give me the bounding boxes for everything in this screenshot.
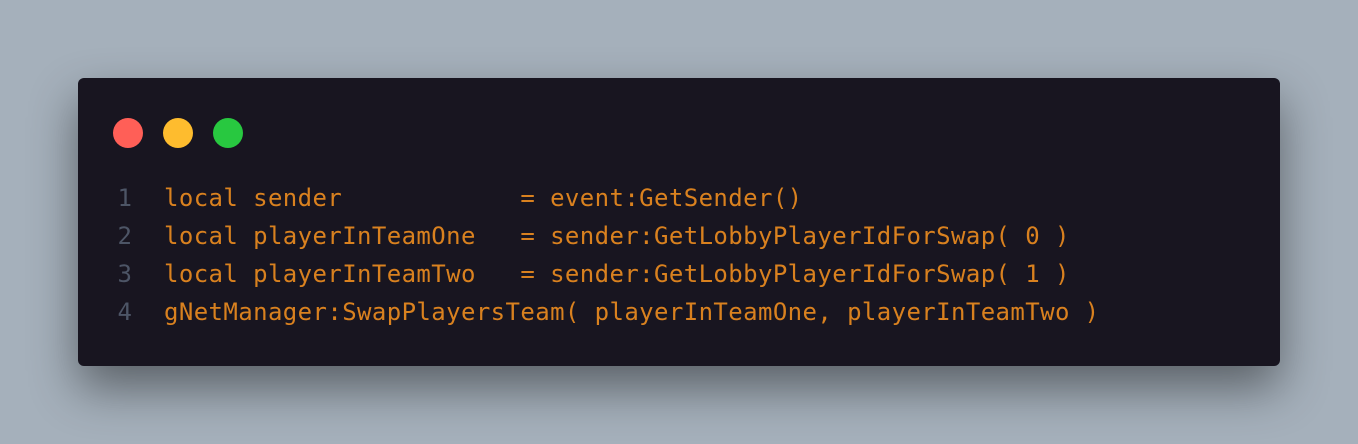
window-controls	[113, 118, 243, 148]
line-number: 4	[117, 298, 132, 326]
line-number: 1	[117, 184, 132, 212]
maximize-dot-icon	[213, 118, 243, 148]
code-line: 3 local playerInTeamTwo = sender:GetLobb…	[78, 255, 1280, 293]
code-line: 1 local sender = event:GetSender()	[78, 179, 1280, 217]
line-number: 3	[117, 260, 132, 288]
minimize-dot-icon	[163, 118, 193, 148]
code-text: gNetManager:SwapPlayersTeam( playerInTea…	[164, 298, 1100, 326]
code-block: 1 local sender = event:GetSender() 2 loc…	[78, 179, 1280, 331]
code-line: 4 gNetManager:SwapPlayersTeam( playerInT…	[78, 293, 1280, 331]
code-text: local playerInTeamTwo = sender:GetLobbyP…	[164, 260, 1070, 288]
code-window: 1 local sender = event:GetSender() 2 loc…	[78, 78, 1280, 366]
code-text: local sender = event:GetSender()	[164, 184, 803, 212]
close-dot-icon	[113, 118, 143, 148]
code-text: local playerInTeamOne = sender:GetLobbyP…	[164, 222, 1070, 250]
line-number: 2	[117, 222, 132, 250]
code-line: 2 local playerInTeamOne = sender:GetLobb…	[78, 217, 1280, 255]
